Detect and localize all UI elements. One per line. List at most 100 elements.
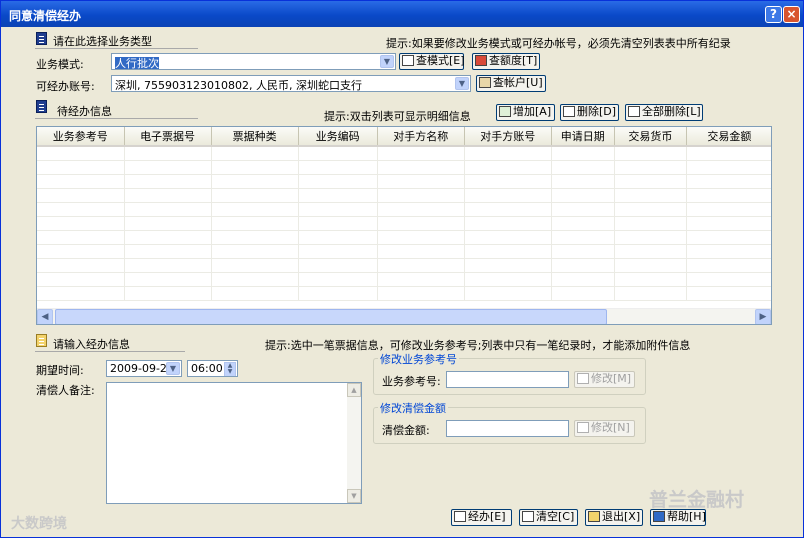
column-header[interactable]: 交易金额	[686, 127, 771, 147]
calculator-icon	[402, 55, 414, 66]
table-cell	[686, 272, 771, 287]
table-row[interactable]	[37, 244, 771, 259]
column-header[interactable]: 电子票据号	[124, 127, 212, 147]
submit-button[interactable]: 经办[E]	[451, 509, 512, 526]
table-row[interactable]	[37, 146, 771, 161]
column-header[interactable]: 交易货币	[614, 127, 687, 147]
title-bar: 同意清偿经办 ? ×	[1, 1, 803, 27]
ref-input[interactable]	[446, 371, 569, 388]
table-cell	[298, 188, 378, 203]
hint-grid: 提示:双击列表可显示明细信息	[324, 110, 471, 123]
table-cell	[211, 286, 299, 301]
exit-icon	[588, 511, 600, 522]
account-select-value: 深圳, 755903123010802, 人民币, 深圳蛇口支行	[115, 79, 362, 92]
expect-time-value: 06:00	[191, 362, 223, 375]
quota-icon	[475, 55, 487, 66]
table-cell	[298, 146, 378, 161]
view-account-button[interactable]: 查帐户[U]	[476, 75, 546, 92]
mode-select[interactable]: 人行批次 ▼	[111, 53, 396, 70]
table-cell	[551, 258, 615, 273]
table-row[interactable]	[37, 174, 771, 189]
delete-all-button[interactable]: 全部删除[L]	[625, 104, 703, 121]
table-cell	[464, 146, 552, 161]
table-cell	[464, 188, 552, 203]
table-cell	[614, 258, 687, 273]
pending-grid[interactable]: 业务参考号 电子票据号 票据种类 业务编码 对手方名称 对手方账号 申请日期 交…	[36, 126, 772, 325]
column-header[interactable]: 对手方名称	[377, 127, 465, 147]
scroll-right-icon[interactable]: ▶	[755, 309, 771, 324]
account-select[interactable]: 深圳, 755903123010802, 人民币, 深圳蛇口支行 ▼	[111, 75, 471, 92]
vertical-scrollbar[interactable]: ▲ ▼	[347, 383, 361, 503]
table-row[interactable]	[37, 202, 771, 217]
exit-button[interactable]: 退出[X]	[585, 509, 643, 526]
modify-ref-button[interactable]: 修改[M]	[574, 371, 635, 388]
remark-textarea[interactable]: ▲ ▼	[106, 382, 362, 504]
column-header[interactable]: 申请日期	[551, 127, 615, 147]
table-row[interactable]	[37, 258, 771, 273]
table-cell	[211, 258, 299, 273]
modify-amount-button[interactable]: 修改[N]	[574, 420, 635, 437]
table-cell	[614, 146, 687, 161]
table-row[interactable]	[37, 272, 771, 287]
hint-top: 提示:如果要修改业务模式或可经办帐号，必须先清空列表表中所有纪录	[386, 37, 731, 50]
expect-time-spinner[interactable]: 06:00 ▲ ▼	[187, 360, 238, 377]
table-cell	[37, 230, 125, 245]
table-cell	[298, 202, 378, 217]
dialog-window: 同意清偿经办 ? × 请在此选择业务类型 提示:如果要修改业务模式或可经办帐号，…	[0, 0, 804, 538]
table-cell	[686, 146, 771, 161]
table-cell	[211, 272, 299, 287]
table-cell	[211, 244, 299, 259]
edit-icon	[36, 334, 47, 347]
expect-date-picker[interactable]: 2009-09-24 ▼	[106, 360, 182, 377]
chevron-down-icon[interactable]: ▼	[455, 77, 469, 90]
table-cell	[614, 188, 687, 203]
chevron-down-icon[interactable]: ▼	[166, 362, 180, 375]
add-icon	[499, 106, 511, 117]
table-cell	[614, 272, 687, 287]
window-title: 同意清偿经办	[9, 9, 82, 23]
chevron-down-icon[interactable]: ▼	[380, 55, 394, 68]
table-cell	[377, 230, 465, 245]
scroll-left-icon[interactable]: ◀	[37, 309, 53, 324]
table-cell	[377, 272, 465, 287]
table-cell	[211, 202, 299, 217]
scroll-up-icon[interactable]: ▲	[347, 383, 361, 397]
table-cell	[298, 258, 378, 273]
eraser-icon	[522, 511, 534, 522]
account-icon	[479, 77, 491, 88]
section-business-type-title: 请在此选择业务类型	[53, 35, 152, 48]
table-cell	[37, 272, 125, 287]
amount-label: 清偿金额:	[382, 424, 430, 437]
column-header[interactable]: 业务编码	[298, 127, 378, 147]
table-row[interactable]	[37, 160, 771, 175]
table-cell	[37, 258, 125, 273]
table-cell	[464, 258, 552, 273]
add-button[interactable]: 增加[A]	[496, 104, 555, 121]
horizontal-scrollbar[interactable]: ◀ ▶	[37, 308, 771, 324]
clear-button[interactable]: 清空[C]	[519, 509, 578, 526]
table-cell	[614, 286, 687, 301]
view-quota-button[interactable]: 查额度[T]	[472, 53, 540, 70]
scroll-down-icon[interactable]: ▼	[347, 489, 361, 503]
column-header[interactable]: 票据种类	[211, 127, 299, 147]
table-cell	[124, 216, 212, 231]
scroll-thumb[interactable]	[55, 309, 607, 324]
table-cell	[614, 202, 687, 217]
table-row[interactable]	[37, 216, 771, 231]
view-mode-button[interactable]: 查模式[E]	[399, 53, 465, 70]
table-row[interactable]	[37, 286, 771, 301]
table-row[interactable]	[37, 230, 771, 245]
help-icon[interactable]: ?	[765, 6, 782, 23]
table-row[interactable]	[37, 188, 771, 203]
table-cell	[377, 146, 465, 161]
delete-button[interactable]: 删除[D]	[560, 104, 619, 121]
column-header[interactable]: 对手方账号	[464, 127, 552, 147]
table-cell	[686, 216, 771, 231]
table-cell	[37, 174, 125, 189]
spinner-arrows-icon[interactable]: ▲ ▼	[224, 362, 236, 376]
close-icon[interactable]: ×	[783, 6, 800, 23]
table-cell	[124, 174, 212, 189]
section-divider	[35, 48, 198, 49]
column-header[interactable]: 业务参考号	[37, 127, 125, 147]
amount-input[interactable]	[446, 420, 569, 437]
